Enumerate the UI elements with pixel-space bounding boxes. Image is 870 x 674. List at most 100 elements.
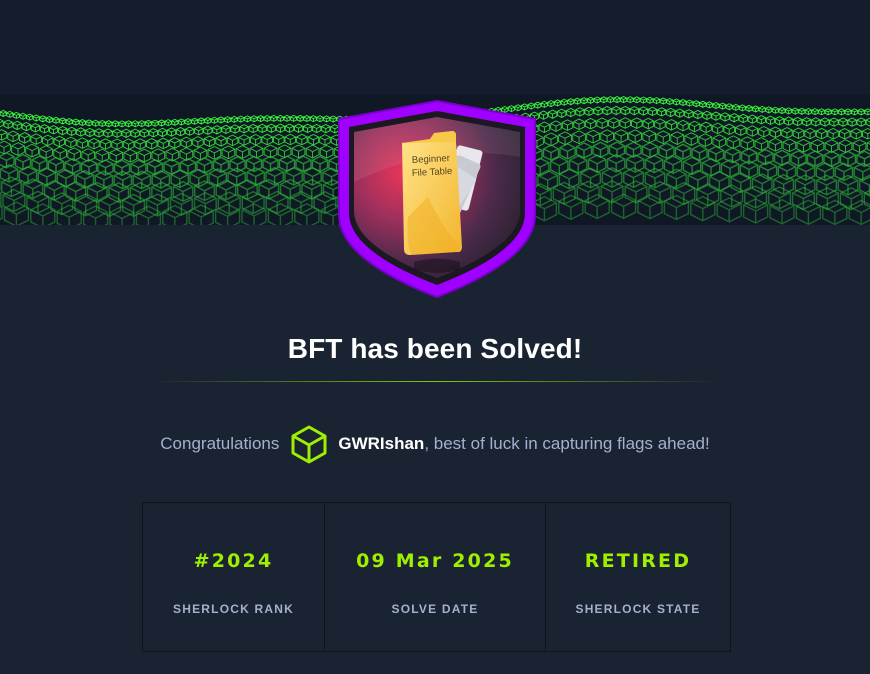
username-link[interactable]: GWRIshan [338, 434, 424, 454]
wave-cube [309, 115, 317, 123]
wave-cube [848, 199, 870, 225]
wave-cube [138, 120, 146, 128]
wave-cube [323, 115, 331, 123]
wave-cube [719, 102, 727, 110]
wave-cube [547, 100, 555, 108]
wave-cube [638, 106, 648, 116]
wave-cube [65, 118, 73, 126]
wave-cube [3, 119, 13, 129]
wave-cube [642, 117, 655, 130]
wave-cube [566, 107, 576, 118]
wave-cube [837, 108, 845, 116]
wave-cube [758, 125, 770, 138]
wave-cube [613, 96, 621, 104]
wave-cube [316, 115, 324, 123]
wave-cube [221, 145, 236, 160]
wave-cube [658, 142, 675, 160]
wave-cube [76, 137, 89, 149]
wave-cube [863, 189, 870, 208]
wave-cube [851, 108, 859, 116]
wave-cube [58, 125, 68, 136]
wave-cube [600, 96, 608, 104]
wave-cube [769, 126, 782, 139]
wave-cube [192, 136, 204, 148]
wave-cube [679, 99, 687, 107]
wave-cube [675, 108, 685, 118]
wave-cube [283, 114, 291, 122]
wave-cube [303, 115, 311, 123]
wave-cube [214, 203, 241, 225]
wave-cube [665, 119, 678, 131]
wave-cube [646, 96, 654, 104]
wave-cube [584, 117, 597, 130]
wave-cube [266, 123, 276, 133]
wave-cube [237, 115, 245, 123]
wave-cube [593, 96, 601, 104]
wave-cube [273, 133, 285, 146]
wave-cube [670, 131, 685, 145]
badge-label-line2: File Table [412, 166, 453, 179]
wave-cube [236, 179, 258, 201]
wave-cube [275, 123, 285, 133]
wave-cube [666, 98, 674, 106]
wave-cube [249, 144, 264, 159]
wave-cube [804, 127, 816, 140]
stat-value: RETIRED [584, 550, 692, 572]
wave-cube [290, 114, 298, 122]
wave-cube [850, 128, 862, 140]
wave-cube [614, 129, 628, 143]
wave-cube [548, 109, 558, 119]
wave-cube [620, 96, 628, 104]
wave-cube [296, 133, 308, 146]
wave-cube [53, 135, 65, 148]
wave-cube [243, 115, 251, 123]
wave-cube [131, 120, 139, 128]
wave-cube [798, 107, 806, 115]
wave-cube [85, 119, 93, 127]
wave-cube [2, 188, 26, 213]
wave-cube [94, 128, 104, 138]
wave-cube [606, 96, 614, 104]
wave-cube [720, 112, 730, 122]
wave-cube [856, 117, 866, 127]
wave-cube [587, 96, 595, 104]
wave-cube [765, 115, 776, 125]
stats-panel: #2024 SHERLOCK RANK 09 Mar 2025 SOLVE DA… [142, 502, 731, 652]
wave-cube [554, 99, 562, 107]
wave-cube [52, 116, 60, 124]
wave-cube [241, 190, 265, 215]
wave-cube [207, 146, 222, 160]
wave-cube [852, 139, 867, 153]
wave-cube [296, 114, 304, 122]
top-background [0, 0, 870, 95]
wave-cube [735, 124, 747, 136]
wave-cube [684, 132, 699, 146]
wave-cube [558, 131, 572, 146]
wave-cube [725, 103, 733, 111]
wave-cube [693, 109, 703, 120]
wave-cube [30, 123, 40, 133]
stat-label: SHERLOCK RANK [173, 602, 294, 616]
wave-cube [557, 108, 567, 118]
wave-cube [642, 129, 656, 144]
wave-cube [647, 106, 658, 116]
wave-cube [18, 132, 31, 144]
wave-cube [584, 106, 594, 116]
wave-cube [184, 118, 192, 126]
wave-cube [711, 111, 721, 121]
wave-cube [85, 127, 95, 138]
wave-cube [118, 120, 126, 128]
wave-cube [217, 116, 225, 124]
wave-cube [777, 161, 797, 181]
wave-cube [644, 154, 664, 174]
wave-cube [784, 116, 794, 126]
wave-cube [30, 133, 42, 145]
wave-cube [3, 201, 30, 225]
wave-cube [257, 115, 265, 123]
wave-cube [305, 144, 320, 159]
wave-cube [795, 199, 822, 225]
wave-cube [276, 114, 284, 122]
wave-cube [64, 157, 81, 175]
wave-cube [608, 117, 620, 129]
wave-cube [196, 157, 213, 174]
